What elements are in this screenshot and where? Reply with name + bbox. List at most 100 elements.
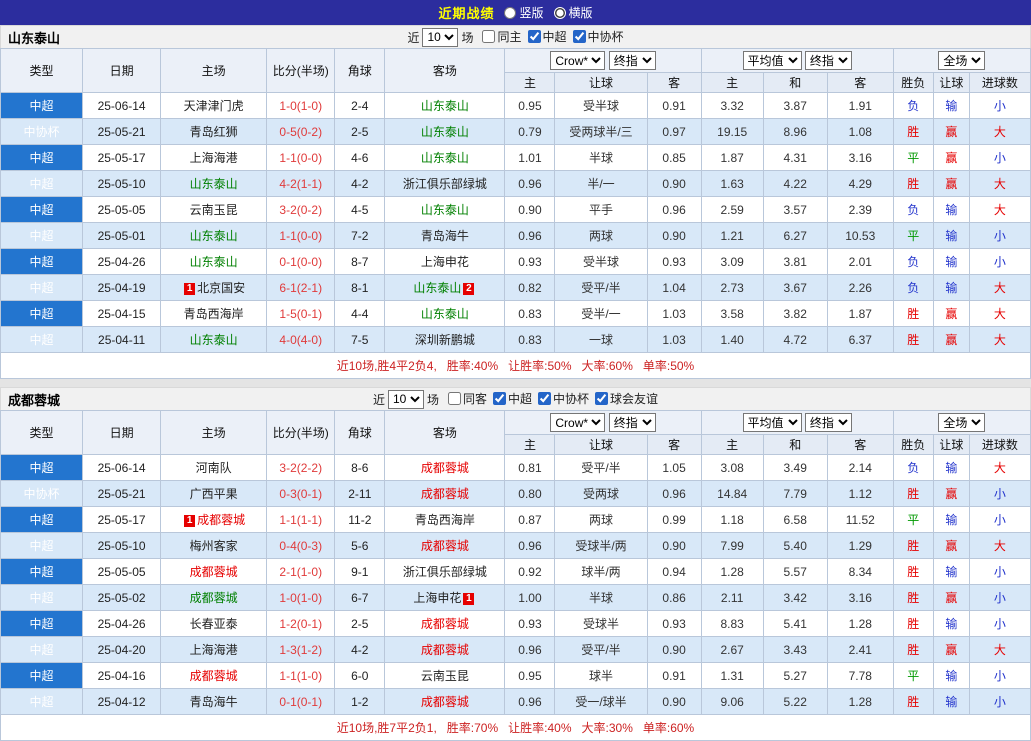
- away-team-link[interactable]: 上海申花: [413, 591, 461, 605]
- match-result-cell: 平: [892, 144, 934, 171]
- away-team-link[interactable]: 浙江俱乐部绿城: [403, 565, 487, 579]
- team-name[interactable]: 山东泰山: [8, 28, 60, 47]
- away-team-cell: 青岛西海岸: [384, 506, 506, 533]
- scope-select[interactable]: 全场: [938, 51, 986, 70]
- home-team-link[interactable]: 成都蓉城: [190, 669, 238, 683]
- average-select[interactable]: 平均值: [742, 413, 802, 432]
- home-team-link[interactable]: 天津津门虎: [184, 99, 244, 113]
- filter-option-同客[interactable]: 同客: [447, 390, 487, 407]
- home-team-link[interactable]: 青岛红狮: [190, 125, 238, 139]
- recent-count-select[interactable]: 10: [387, 389, 424, 409]
- home-team-link[interactable]: 上海海港: [190, 643, 238, 657]
- away-team-link[interactable]: 山东泰山: [421, 125, 469, 139]
- sub-col-avg-away: 客: [826, 434, 894, 455]
- filter-option-中协杯[interactable]: 中协杯: [572, 28, 624, 45]
- home-team-link[interactable]: 北京国安: [197, 281, 245, 295]
- home-team-link[interactable]: 成都蓉城: [197, 513, 245, 527]
- summary-stat: 近10场,胜7平2负1,: [336, 721, 437, 735]
- away-team-link[interactable]: 上海申花: [421, 255, 469, 269]
- home-team-link[interactable]: 长春亚泰: [190, 617, 238, 631]
- away-team-link[interactable]: 深圳新鹏城: [415, 333, 475, 347]
- score-cell: 0-4(0-3): [266, 532, 336, 559]
- home-team-link[interactable]: 山东泰山: [190, 255, 238, 269]
- checkbox-中超[interactable]: [493, 392, 506, 405]
- corner-cell: 8-1: [334, 274, 386, 301]
- recent-count-select[interactable]: 10: [422, 27, 459, 47]
- odds-source-select[interactable]: Crow*: [550, 51, 606, 70]
- avg-away-cell: 1.29: [826, 532, 894, 559]
- filter-option-同主[interactable]: 同主: [482, 28, 522, 45]
- away-team-link[interactable]: 成都蓉城: [421, 695, 469, 709]
- results-table: 类型 日期 主场 比分(半场) 角球 客场 Crow* 终指 平均值 终指 全场: [0, 48, 1031, 379]
- away-team-link[interactable]: 青岛海牛: [421, 229, 469, 243]
- away-team-link[interactable]: 山东泰山: [421, 203, 469, 217]
- home-team-link[interactable]: 广西平果: [190, 487, 238, 501]
- away-team-link[interactable]: 山东泰山: [421, 151, 469, 165]
- filter-option-中超[interactable]: 中超: [527, 28, 567, 45]
- home-team-link[interactable]: 云南玉昆: [190, 203, 238, 217]
- avg-home-cell: 9.06: [700, 688, 764, 715]
- games-label: 场: [461, 30, 474, 45]
- away-team-link[interactable]: 浙江俱乐部绿城: [403, 177, 487, 191]
- home-team-link[interactable]: 山东泰山: [190, 177, 238, 191]
- match-result-cell: 胜: [892, 636, 934, 663]
- away-team-link[interactable]: 成都蓉城: [421, 617, 469, 631]
- avg-draw-cell: 4.31: [762, 144, 828, 171]
- layout-option-vertical[interactable]: 竖版: [504, 4, 544, 21]
- away-team-link[interactable]: 青岛西海岸: [415, 513, 475, 527]
- away-team-link[interactable]: 成都蓉城: [421, 461, 469, 475]
- avg-home-cell: 8.83: [700, 610, 764, 637]
- home-team-link[interactable]: 上海海港: [190, 151, 238, 165]
- home-team-link[interactable]: 青岛海牛: [190, 695, 238, 709]
- league-cell: 中超: [0, 610, 84, 637]
- odds-source-select[interactable]: Crow*: [550, 413, 606, 432]
- average-select[interactable]: 平均值: [742, 51, 802, 70]
- date-cell: 25-06-14: [82, 454, 162, 481]
- checkbox-中协杯[interactable]: [538, 392, 552, 405]
- away-team-link[interactable]: 山东泰山: [421, 99, 469, 113]
- checkbox-球会友谊[interactable]: [595, 392, 609, 405]
- league-cell: 中超: [0, 506, 84, 533]
- away-team-link[interactable]: 云南玉昆: [421, 669, 469, 683]
- handicap-away-odds-cell: 0.94: [646, 558, 702, 585]
- results-body: 中超 25-06-14 河南队 3-2(2-2) 8-6 成都蓉城 0.81 受平/半 1.05…: [0, 454, 1031, 715]
- checkbox-中协杯[interactable]: [572, 30, 586, 43]
- section-header: 山东泰山 近 10 场 同主 中超 中协杯: [0, 25, 1031, 48]
- sub-col-handicap-result: 让球: [932, 72, 970, 93]
- filter-option-中协杯[interactable]: 中协杯: [538, 390, 589, 407]
- checkbox-中超[interactable]: [527, 30, 541, 43]
- home-team-link[interactable]: 河南队: [196, 461, 232, 475]
- filter-option-中超[interactable]: 中超: [493, 390, 532, 407]
- horizontal-layout-radio[interactable]: [553, 6, 566, 19]
- handicap-away-odds-cell: 1.05: [646, 454, 702, 481]
- checkbox-同客[interactable]: [447, 392, 461, 405]
- home-team-link[interactable]: 青岛西海岸: [184, 307, 244, 321]
- avg-home-cell: 1.87: [700, 144, 764, 171]
- scope-select[interactable]: 全场: [938, 413, 986, 432]
- checkbox-label: 同主: [497, 30, 522, 44]
- team-name[interactable]: 成都蓉城: [8, 390, 60, 409]
- home-team-link[interactable]: 成都蓉城: [190, 591, 238, 605]
- away-team-link[interactable]: 成都蓉城: [421, 487, 469, 501]
- odds-stage-select[interactable]: 终指: [608, 413, 656, 432]
- home-team-link[interactable]: 山东泰山: [190, 229, 238, 243]
- average-stage-select[interactable]: 终指: [804, 413, 852, 432]
- filter-option-球会友谊[interactable]: 球会友谊: [595, 390, 658, 407]
- match-row: 中超 25-04-26 山东泰山 0-1(0-0) 8-7 上海申花 0.93 受半球 0.93…: [0, 248, 1031, 275]
- handicap-line-cell: 受球半/两: [554, 532, 648, 559]
- away-team-link[interactable]: 成都蓉城: [421, 643, 469, 657]
- checkbox-同主[interactable]: [482, 30, 496, 43]
- home-team-link[interactable]: 山东泰山: [190, 333, 238, 347]
- home-team-link[interactable]: 成都蓉城: [190, 565, 238, 579]
- summary-stat: 近10场,胜4平2负4,: [336, 359, 437, 373]
- home-team-link[interactable]: 梅州客家: [190, 539, 238, 553]
- away-team-link[interactable]: 山东泰山: [421, 307, 469, 321]
- layout-option-horizontal[interactable]: 横版: [553, 4, 593, 21]
- average-stage-select[interactable]: 终指: [804, 51, 852, 70]
- away-team-link[interactable]: 山东泰山: [413, 281, 461, 295]
- odds-stage-select[interactable]: 终指: [608, 51, 656, 70]
- vertical-layout-radio[interactable]: [504, 6, 517, 19]
- away-team-link[interactable]: 成都蓉城: [421, 539, 469, 553]
- match-row: 中超 25-04-15 青岛西海岸 1-5(0-1) 4-4 山东泰山 0.83 受半/一 1.…: [0, 300, 1031, 327]
- league-cell: 中超: [0, 558, 84, 585]
